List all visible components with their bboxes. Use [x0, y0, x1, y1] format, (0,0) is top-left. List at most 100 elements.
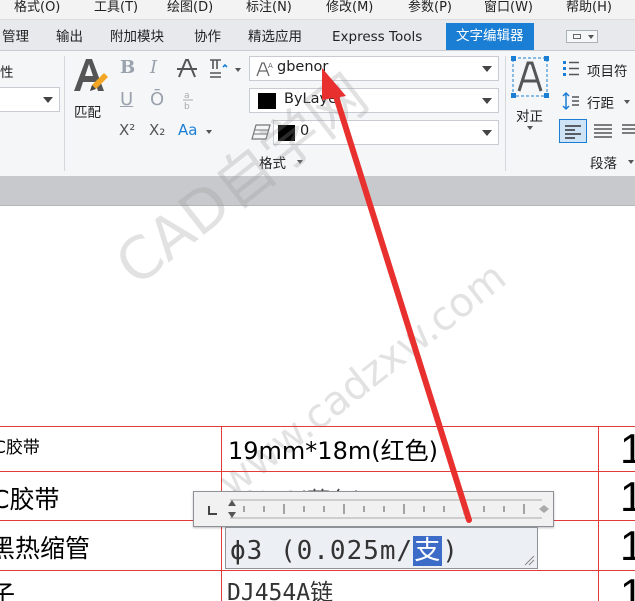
table-cell-qty: 1	[620, 425, 635, 472]
drawing-tabs-strip	[0, 176, 635, 206]
panel-divider	[64, 56, 65, 171]
tab-addins[interactable]: 附加模块	[110, 26, 164, 48]
menu-window[interactable]: 窗口(W)	[484, 0, 533, 20]
text-style-dropdown[interactable]	[0, 87, 60, 112]
align-center-icon	[594, 124, 612, 138]
ribbon-options-button[interactable]	[566, 30, 598, 43]
mtext-editor-box[interactable]: ϕ3 (0.025m/支)	[225, 527, 538, 569]
line-spacing-icon	[562, 91, 579, 111]
menu-bar: 格式(O) 工具(T) 绘图(D) 标注(N) 修改(M) 参数(P) 窗口(W…	[0, 0, 635, 20]
svg-text:A: A	[268, 62, 273, 70]
chevron-down-icon	[624, 100, 630, 104]
font-dropdown[interactable]: A gbenor	[249, 56, 499, 81]
editor-text-after: )	[442, 536, 459, 566]
chevron-down-icon	[297, 160, 303, 164]
menu-draw[interactable]: 绘图(D)	[167, 0, 213, 20]
panel-icon	[573, 34, 581, 39]
table-line	[0, 426, 635, 427]
change-case-button[interactable]: Aa	[178, 121, 214, 143]
menu-dimension[interactable]: 标注(N)	[246, 0, 292, 20]
menu-modify[interactable]: 修改(M)	[326, 0, 373, 20]
bold-button[interactable]: B	[120, 57, 135, 78]
table-cell-name: 黑热缩管	[0, 534, 91, 563]
superscript-button[interactable]: X²	[119, 121, 135, 139]
strikethrough-button[interactable]	[176, 57, 198, 83]
paragraph-mark-icon	[210, 59, 228, 78]
chevron-down-icon	[482, 66, 492, 72]
subscript-button[interactable]: X₂	[149, 121, 165, 139]
chevron-down-icon	[482, 98, 492, 104]
tab-manage[interactable]: 管理	[2, 26, 29, 48]
table-cell-qty: 1	[620, 570, 635, 601]
table-cell-spec: 19mm*18m(红色)	[228, 437, 438, 465]
line-spacing-label: 行距	[587, 96, 614, 112]
ruler-ticks	[208, 499, 549, 519]
editor-content[interactable]: ϕ3 (0.025m/支)	[230, 530, 459, 567]
bullets-label: 项目符	[587, 64, 628, 80]
ribbon-tab-bar: 管理 输出 附加模块 协作 精选应用 Express Tools 文字编辑器	[0, 20, 635, 51]
format-panel-title[interactable]: 格式	[259, 152, 286, 172]
tab-featured-apps[interactable]: 精选应用	[248, 26, 302, 48]
line-spacing-button[interactable]: 行距	[562, 91, 635, 113]
match-label: 匹配	[74, 105, 101, 121]
match-format-icon	[74, 59, 108, 91]
menu-help[interactable]: 帮助(H)	[566, 0, 612, 20]
align-left-button[interactable]	[559, 119, 587, 143]
editor-text-before: ϕ3 (0.025m/	[230, 536, 414, 566]
align-right-button[interactable]	[618, 119, 635, 143]
tab-text-editor[interactable]: 文字编辑器	[446, 23, 534, 50]
editor-selected-text: 支	[413, 536, 443, 566]
tab-collaborate[interactable]: 协作	[194, 26, 221, 48]
table-cell-name: 子	[0, 580, 16, 601]
bullets-button[interactable]: 项目符	[562, 59, 635, 81]
change-case-label: Aa	[178, 121, 198, 139]
underline-button[interactable]: U	[120, 89, 133, 110]
oblique-value: 0	[300, 123, 310, 139]
justify-icon	[511, 56, 549, 98]
overline-button[interactable]: Ō	[150, 89, 164, 110]
align-right-icon	[622, 124, 635, 134]
chevron-down-icon	[628, 160, 634, 164]
ribbon-panel: 性 匹配 B I U Ō a b X² X₂ Aa A gbenor ByLay…	[0, 51, 635, 176]
menu-parameters[interactable]: 参数(P)	[408, 0, 452, 20]
chevron-down-icon	[588, 35, 594, 39]
italic-button[interactable]: I	[150, 57, 157, 78]
match-button[interactable]: 匹配	[70, 55, 110, 121]
chevron-down-icon	[43, 97, 53, 103]
table-line	[0, 570, 635, 571]
paragraph-panel-title[interactable]: 段落	[590, 152, 617, 172]
paragraph-mark-button[interactable]	[207, 57, 241, 83]
tab-output[interactable]: 输出	[56, 26, 83, 48]
tab-express-tools[interactable]: Express Tools	[332, 26, 422, 48]
color-swatch	[258, 93, 276, 109]
justify-label: 对正	[516, 109, 543, 125]
chevron-down-icon	[527, 126, 533, 130]
strikethrough-icon	[177, 59, 197, 78]
bullets-list-icon	[563, 61, 579, 76]
style-label-partial: 性	[0, 65, 14, 81]
stack-button[interactable]: a b	[181, 89, 195, 115]
table-line	[0, 471, 635, 472]
font-icon: A	[256, 62, 273, 77]
svg-text:b: b	[184, 102, 190, 111]
oblique-angle-field[interactable]: 0	[273, 120, 499, 145]
cad-window: 格式(O) 工具(T) 绘图(D) 标注(N) 修改(M) 参数(P) 窗口(W…	[0, 0, 635, 601]
menu-tools[interactable]: 工具(T)	[94, 0, 138, 20]
chevron-down-icon	[206, 130, 212, 134]
color-dropdown[interactable]: ByLayer	[249, 88, 499, 113]
align-left-icon	[565, 125, 581, 139]
justify-button[interactable]: 对正	[510, 55, 552, 130]
font-value: gbenor	[277, 59, 329, 75]
color-value: ByLayer	[284, 91, 343, 107]
chevron-down-icon	[482, 130, 492, 136]
oblique-angle-icon	[251, 124, 271, 140]
table-cell-name: C胶带	[0, 438, 40, 458]
align-center-button[interactable]	[590, 119, 616, 143]
table-cell-spec: DJ454A链	[227, 580, 334, 601]
chevron-down-icon	[235, 68, 241, 72]
text-editor-ruler[interactable]	[193, 491, 554, 527]
resize-grip-icon[interactable]	[523, 554, 535, 566]
menu-format[interactable]: 格式(O)	[14, 0, 60, 20]
table-line	[598, 426, 599, 601]
table-cell-name: C胶带	[0, 485, 60, 514]
